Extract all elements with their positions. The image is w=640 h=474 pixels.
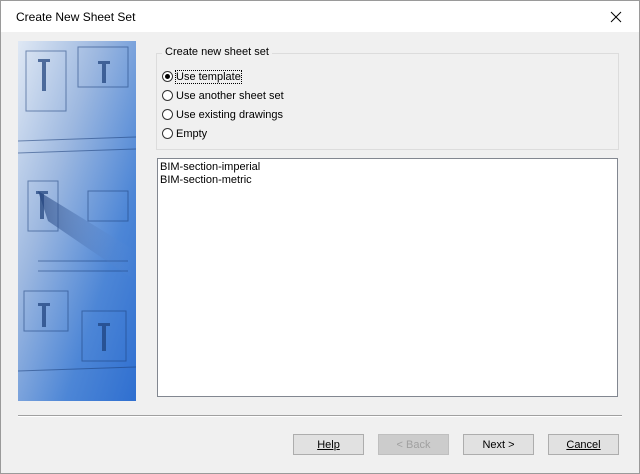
next-button[interactable]: Next > xyxy=(463,434,534,455)
template-listbox[interactable]: BIM-section-imperial BIM-section-metric xyxy=(157,158,618,397)
footer-separator xyxy=(18,415,622,417)
close-icon xyxy=(610,11,622,22)
create-sheet-set-group: Create new sheet set Use template Use an… xyxy=(156,46,619,150)
radio-button[interactable] xyxy=(162,128,173,139)
radio-label: Use another sheet set xyxy=(176,89,284,102)
radio-label: Use template xyxy=(175,69,242,84)
cancel-button[interactable]: Cancel xyxy=(548,434,619,455)
radio-label: Use existing drawings xyxy=(176,108,283,121)
radio-label: Empty xyxy=(176,127,208,140)
radio-use-existing-drawings[interactable]: Use existing drawings xyxy=(162,106,283,123)
title-bar: Create New Sheet Set xyxy=(1,1,639,32)
dialog-window: Create New Sheet Set Create new sheet se… xyxy=(0,0,640,474)
list-item[interactable]: BIM-section-metric xyxy=(158,174,617,187)
next-button-label: Next > xyxy=(482,438,515,451)
radio-button[interactable] xyxy=(162,71,173,82)
back-button-label: < Back xyxy=(396,438,431,451)
radio-empty[interactable]: Empty xyxy=(162,125,207,142)
window-title: Create New Sheet Set xyxy=(16,10,136,24)
group-legend: Create new sheet set xyxy=(162,46,272,58)
radio-button[interactable] xyxy=(162,109,173,120)
back-button[interactable]: < Back xyxy=(378,434,449,455)
sheet-set-illustration xyxy=(18,41,136,401)
close-button[interactable] xyxy=(593,1,639,32)
cancel-button-label: Cancel xyxy=(566,438,601,451)
list-item[interactable]: BIM-section-imperial xyxy=(158,161,617,174)
radio-use-template[interactable]: Use template xyxy=(162,68,242,85)
radio-use-another-sheet-set[interactable]: Use another sheet set xyxy=(162,87,284,104)
help-button-label: Help xyxy=(317,438,340,451)
help-button[interactable]: Help xyxy=(293,434,364,455)
radio-button[interactable] xyxy=(162,90,173,101)
